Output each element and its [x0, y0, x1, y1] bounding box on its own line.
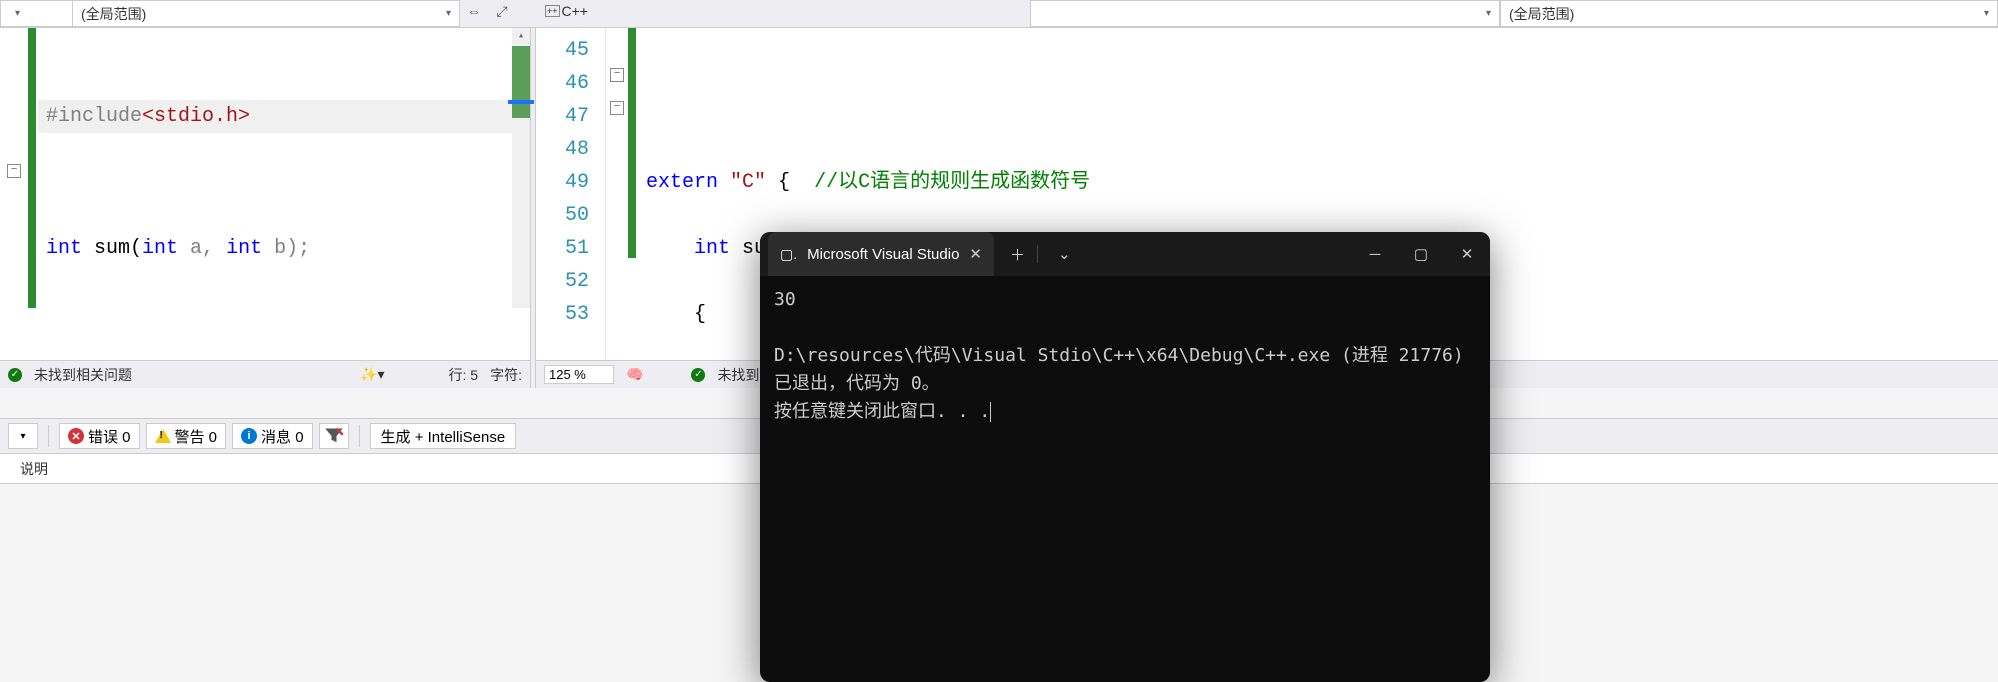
- divider: [359, 425, 360, 447]
- minimize-button[interactable]: ─: [1352, 232, 1398, 276]
- tok-include: #include: [46, 105, 142, 128]
- output-line: 30: [774, 289, 796, 310]
- line-number: 51: [536, 232, 589, 265]
- line-number: 47: [536, 100, 589, 133]
- error-icon: ✕: [68, 428, 84, 444]
- tab-close-icon[interactable]: ✕: [969, 245, 982, 263]
- clear-filter-button[interactable]: [319, 423, 349, 449]
- split-vertical-icon[interactable]: ⤢: [488, 0, 516, 22]
- line-number: 49: [536, 166, 589, 199]
- warnings-filter-button[interactable]: 警告 0: [146, 423, 227, 449]
- tok-header: <stdio.h>: [142, 105, 250, 128]
- console-tab[interactable]: ▢. Microsoft Visual Studio ✕: [768, 232, 994, 276]
- console-titlebar[interactable]: ▢. Microsoft Visual Studio ✕ ＋ ⌄ ─ ▢ ✕: [760, 232, 1490, 276]
- language-label: C++: [562, 3, 588, 19]
- line-number: 45: [536, 34, 589, 67]
- brain-icon[interactable]: 🧠: [626, 366, 643, 383]
- fold-gutter: −: [0, 28, 28, 360]
- divider: [48, 425, 49, 447]
- left-scope-label: (全局范围): [81, 4, 146, 24]
- left-editor-pane: − #include<stdio.h> int sum(int a, int b…: [0, 28, 530, 388]
- scroll-up-icon[interactable]: ▴: [512, 28, 530, 46]
- tok-kw: extern: [646, 171, 718, 194]
- tab-dropdown-icon[interactable]: ⌄: [1050, 245, 1079, 263]
- console-window: ▢. Microsoft Visual Studio ✕ ＋ ⌄ ─ ▢ ✕ 3…: [760, 232, 1490, 682]
- line-indicator: 行: 5: [449, 365, 479, 385]
- filter-clear-icon: [324, 426, 344, 446]
- errors-label: 错误 0: [88, 426, 131, 447]
- line-number: 46: [536, 67, 589, 100]
- left-scope-dropdown[interactable]: (全局范围) ▾: [72, 0, 460, 27]
- chevron-down-icon: ▾: [1486, 8, 1491, 19]
- tok-kw: int: [46, 237, 82, 260]
- warnings-label: 警告 0: [175, 426, 218, 447]
- zoom-input[interactable]: [544, 365, 614, 384]
- console-title: Microsoft Visual Studio: [807, 246, 959, 263]
- tok: {: [646, 303, 706, 326]
- tok-comment: //以C语言的规则生成函数符号: [814, 171, 1090, 194]
- line-number-gutter: 45 46 47 48 49 50 51 52 53: [536, 28, 606, 360]
- right-lang-dropdown[interactable]: ▾: [1030, 0, 1500, 27]
- line-number: 52: [536, 265, 589, 298]
- messages-filter-button[interactable]: i 消息 0: [232, 423, 313, 449]
- terminal-icon: ▢.: [780, 246, 797, 263]
- no-issues-label-r: 未找到: [717, 365, 759, 385]
- info-icon: i: [241, 428, 257, 444]
- fold-gutter: − −: [606, 28, 628, 360]
- chevron-down-icon: ▾: [1984, 8, 1989, 19]
- ok-icon: ✓: [8, 368, 22, 382]
- left-code[interactable]: #include<stdio.h> int sum(int a, int b);…: [28, 28, 530, 360]
- tok-kw: int: [226, 237, 262, 260]
- output-line: D:\resources\代码\Visual Stdio\C++\x64\Deb…: [774, 345, 1464, 394]
- ok-icon: ✓: [691, 368, 705, 382]
- tok-kw: int: [694, 237, 730, 260]
- char-indicator: 字符:: [490, 365, 522, 385]
- new-tab-button[interactable]: ＋: [1002, 244, 1033, 265]
- chevron-down-icon: ▾: [446, 8, 451, 19]
- description-label: 说明: [20, 459, 48, 479]
- maximize-button[interactable]: ▢: [1398, 232, 1444, 276]
- left-status-bar: ✓ 未找到相关问题 ✨▾ 行: 5 字符:: [0, 360, 530, 388]
- tok: sum(: [82, 237, 142, 260]
- cursor-icon: [990, 402, 991, 422]
- line-number: 48: [536, 133, 589, 166]
- tok: [718, 171, 730, 194]
- cpp-badge-icon: ++: [545, 5, 560, 17]
- build-source-label: 生成 + IntelliSense: [381, 426, 506, 447]
- right-scope-label: (全局范围): [1509, 4, 1574, 24]
- divider: [1037, 245, 1038, 263]
- errorlist-scope-dropdown[interactable]: ▾: [8, 423, 38, 449]
- errors-filter-button[interactable]: ✕ 错误 0: [59, 423, 140, 449]
- vertical-scrollbar[interactable]: ▴: [512, 28, 530, 308]
- tok: a,: [178, 237, 226, 260]
- split-horizontal-icon[interactable]: ⇔: [460, 0, 488, 22]
- messages-label: 消息 0: [261, 426, 304, 447]
- warning-icon: [155, 429, 171, 443]
- fold-toggle[interactable]: −: [610, 101, 624, 115]
- language-indicator: ++ C++: [545, 0, 588, 22]
- console-output[interactable]: 30 D:\resources\代码\Visual Stdio\C++\x64\…: [760, 276, 1490, 435]
- tok: b);: [262, 237, 310, 260]
- right-scope-dropdown[interactable]: (全局范围) ▾: [1500, 0, 1998, 27]
- line-number: 53: [536, 298, 589, 331]
- fold-toggle[interactable]: −: [610, 68, 624, 82]
- build-source-dropdown[interactable]: 生成 + IntelliSense: [370, 423, 517, 449]
- left-nav-back[interactable]: ▾: [0, 0, 72, 27]
- line-number: 50: [536, 199, 589, 232]
- tok: [646, 237, 694, 260]
- magic-wand-icon[interactable]: ✨▾: [360, 366, 384, 383]
- tok-str: "C": [730, 171, 766, 194]
- tok: {: [766, 171, 814, 194]
- close-button[interactable]: ✕: [1444, 232, 1490, 276]
- fold-toggle[interactable]: −: [7, 164, 21, 178]
- editor-top-bar: ▾ (全局范围) ▾ ⇔ ⤢ ++ C++ ▾ (全局范围) ▾: [0, 0, 1998, 28]
- output-line: 按任意键关闭此窗口. . .: [774, 401, 990, 422]
- tok-kw: int: [142, 237, 178, 260]
- left-code-area[interactable]: − #include<stdio.h> int sum(int a, int b…: [0, 28, 530, 360]
- no-issues-label: 未找到相关问题: [34, 365, 132, 385]
